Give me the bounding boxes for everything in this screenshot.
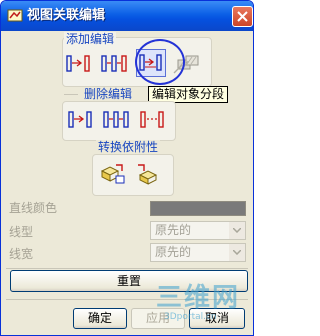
tooltip-text: 编辑对象分段 [152,87,225,101]
chevron-down-icon [233,250,241,255]
reset-button-label: 重置 [116,274,141,288]
buttons-divider [6,268,248,269]
line-color-label: 直线颜色 [9,201,58,215]
ok-button-label: 确定 [87,311,112,325]
dialog-body: 添加编辑 编辑对象分段 删除编辑 转换依附性 直线颜色 线型 原先的 线宽 原先… [4,31,250,334]
chevron-down-icon [233,228,241,233]
delete-object-edit-button[interactable] [66,108,96,132]
line-width-dropdown-arrow[interactable] [229,244,245,261]
watermark-logo: 三维网 [156,283,241,313]
line-color-swatch[interactable] [150,201,246,216]
edit-segment-icon [101,55,127,72]
close-button[interactable] [232,6,253,27]
line-type-label: 线型 [9,225,34,239]
delete-all-icon [140,111,164,128]
delete-segment-icon [103,111,129,128]
line-type-select[interactable]: 原先的 [150,221,246,240]
delete-group-divider-left [64,94,78,95]
delete-segment-edit-button[interactable] [102,108,132,132]
line-width-label: 线宽 [9,247,34,261]
add-object-edit-button[interactable] [64,52,94,76]
title-bar[interactable]: 视图关联编辑 [1,1,253,31]
selection-highlight-circle [135,39,185,85]
close-icon [237,11,248,22]
add-segment-edit-button[interactable] [100,52,130,76]
line-width-value: 原先的 [155,245,192,259]
delete-object-icon [68,111,92,128]
line-type-value: 原先的 [155,223,192,237]
dependency-group-title: 转换依附性 [96,140,161,154]
dialog-window: 视图关联编辑 添加编辑 编辑对象分段 删除编辑 转换依附性 直线颜色 线型 原先… [0,0,254,336]
app-icon [7,9,23,22]
line-width-select[interactable]: 原先的 [150,243,246,262]
convert-to-model-icon [138,164,158,185]
line-type-dropdown-arrow[interactable] [229,222,245,239]
window-title: 视图关联编辑 [27,8,106,23]
convert-to-view-icon [100,164,125,184]
convert-to-view-dependent-button[interactable] [98,162,128,186]
ok-button[interactable]: 确定 [73,308,127,329]
delete-all-edits-button[interactable] [138,108,168,132]
watermark-url: 3Dportal.cn [164,312,217,322]
add-edit-group-title: 添加编辑 [64,32,117,46]
convert-to-model-button[interactable] [134,162,164,186]
delete-edit-group-title: 删除编辑 [82,87,135,101]
edit-object-icon [66,55,90,72]
